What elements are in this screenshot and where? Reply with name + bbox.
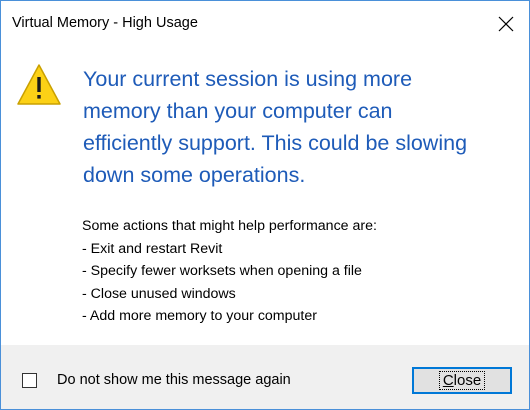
close-button-label-rest: lose [453, 372, 482, 389]
headline-line: memory than your computer can [83, 99, 393, 123]
checkbox-label: Do not show me this message again [57, 372, 291, 388]
headline-line: Your current session is using more [83, 67, 413, 91]
window-title: Virtual Memory - High Usage [12, 15, 198, 31]
headline-line: down some operations. [83, 163, 306, 187]
headline-line: efficiently support. This could be slowi… [83, 131, 468, 155]
dont-show-again-checkbox[interactable]: Do not show me this message again [22, 370, 291, 390]
virtual-memory-dialog: Virtual Memory - High Usage Your current… [0, 0, 530, 410]
checkbox-box[interactable] [22, 372, 37, 388]
title-bar: Virtual Memory - High Usage [1, 1, 529, 47]
tip-item: - Specify fewer worksets when opening a … [82, 263, 362, 279]
close-button[interactable]: Close [412, 367, 512, 394]
warning-headline: Your current session is using more memor… [83, 63, 523, 191]
close-button-access-key: C [442, 372, 454, 389]
tip-item: - Close unused windows [82, 285, 236, 302]
dialog-footer: Do not show me this message again Close [1, 345, 529, 409]
tip-item: - Add more memory to your computer [82, 308, 317, 324]
warning-triangle-icon [16, 63, 62, 107]
close-button-label: Close [438, 371, 486, 390]
close-x-icon[interactable] [483, 1, 529, 47]
tips-intro: Some actions that might help performance… [82, 218, 377, 234]
tip-item: - Exit and restart Revit [82, 240, 223, 257]
performance-tips: Some actions that might help performance… [82, 215, 512, 328]
